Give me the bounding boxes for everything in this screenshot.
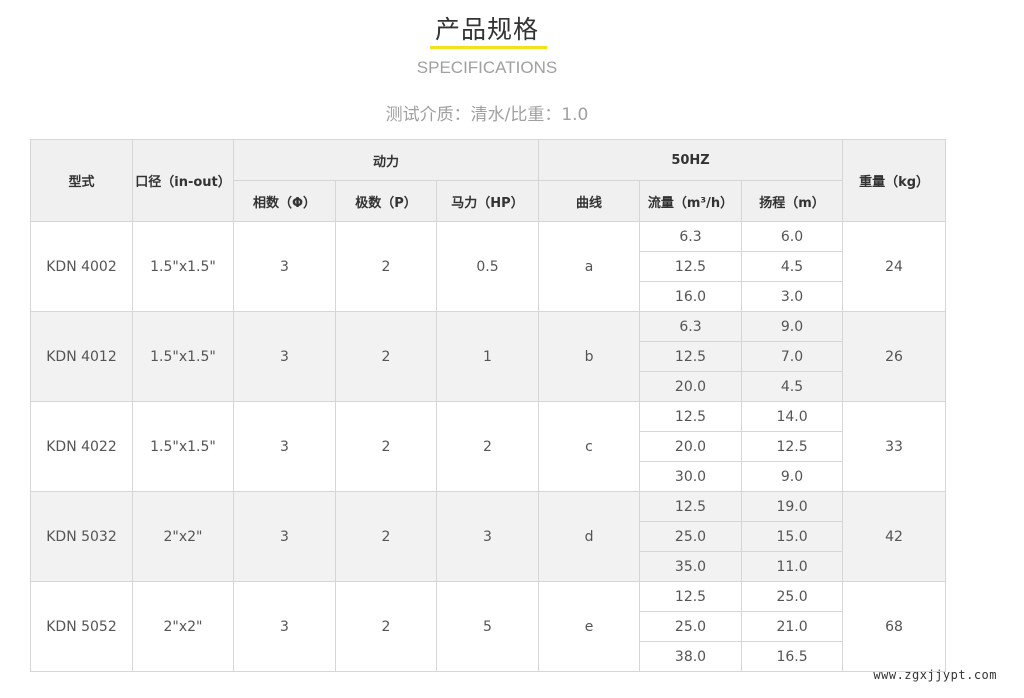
flow-cell: 20.0	[639, 431, 743, 462]
phase-cell: 3	[233, 581, 336, 672]
header-poles: 极数（P）	[335, 180, 437, 222]
head-cell: 7.0	[741, 341, 844, 372]
head-cell: 25.0	[741, 581, 844, 612]
header-curve: 曲线	[538, 180, 641, 222]
curve-cell: e	[538, 581, 641, 672]
head-cell: 11.0	[741, 551, 844, 582]
model-cell: KDN 4002	[30, 221, 133, 312]
port-cell: 2"x2"	[132, 491, 234, 582]
table-row: KDN 4002 1.5"x1.5" 3 2 0.5 a 6.3 6.0 24	[30, 221, 947, 312]
head-cell: 3.0	[741, 281, 844, 312]
model-cell: KDN 5052	[30, 581, 133, 672]
flow-cell: 16.0	[639, 281, 743, 312]
header-hp: 马力（HP）	[435, 180, 540, 222]
title-underline	[430, 46, 547, 49]
head-cell: 15.0	[741, 521, 844, 552]
table-row: KDN 4012 1.5"x1.5" 3 2 1 b 6.3 9.0 26	[30, 311, 947, 402]
model-cell: KDN 4012	[30, 311, 133, 402]
header-head: 扬程（m）	[741, 180, 844, 222]
port-cell: 1.5"x1.5"	[132, 401, 234, 492]
port-cell: 1.5"x1.5"	[132, 311, 234, 402]
flow-cell: 12.5	[639, 581, 743, 612]
phase-cell: 3	[233, 311, 336, 402]
weight-cell: 42	[842, 491, 947, 582]
port-cell: 2"x2"	[132, 581, 234, 672]
head-cell: 16.5	[741, 641, 844, 672]
test-medium-note: 测试介质：清水/比重：1.0	[385, 105, 589, 125]
flow-cell: 25.0	[639, 611, 743, 642]
table-row: KDN 4022 1.5"x1.5" 3 2 2 c 12.5 14.0 33	[30, 401, 947, 492]
flow-cell: 12.5	[639, 401, 743, 432]
table-body: KDN 4002 1.5"x1.5" 3 2 0.5 a 6.3 6.0 24 12.5 4.5 16…	[30, 221, 947, 672]
poles-cell: 2	[335, 491, 437, 582]
page-subtitle: SPECIFICATIONS	[416, 58, 558, 77]
head-cell: 19.0	[741, 491, 844, 522]
weight-cell: 68	[842, 581, 947, 672]
flow-cell: 6.3	[639, 311, 743, 342]
flow-cell: 12.5	[639, 341, 743, 372]
head-cell: 9.0	[741, 311, 844, 342]
flow-cell: 20.0	[639, 371, 743, 402]
port-cell: 1.5"x1.5"	[132, 221, 234, 312]
model-cell: KDN 4022	[30, 401, 133, 492]
header-port: 口径（in-out）	[132, 139, 234, 222]
hp-cell: 0.5	[435, 221, 540, 312]
head-cell: 14.0	[741, 401, 844, 432]
specifications-table: 型式 口径（in-out） 动力 50HZ 重量（kg） 相数（Φ） 极数（P）…	[30, 139, 947, 672]
poles-cell: 2	[335, 221, 437, 312]
hp-cell: 3	[435, 491, 540, 582]
curve-cell: d	[538, 491, 641, 582]
head-cell: 4.5	[741, 251, 844, 282]
flow-cell: 38.0	[639, 641, 743, 672]
header-phase: 相数（Φ）	[233, 180, 336, 222]
flow-cell: 12.5	[639, 251, 743, 282]
curve-cell: a	[538, 221, 641, 312]
watermark-text: www.zgxjjypt.com	[873, 668, 997, 682]
curve-cell: b	[538, 311, 641, 402]
header-power: 动力	[232, 139, 540, 181]
table-row: KDN 5032 2"x2" 3 2 3 d 12.5 19.0 42	[30, 491, 947, 582]
phase-cell: 3	[233, 401, 336, 492]
poles-cell: 2	[335, 311, 437, 402]
head-cell: 21.0	[741, 611, 844, 642]
flow-cell: 30.0	[639, 461, 743, 492]
phase-cell: 3	[233, 491, 336, 582]
flow-cell: 6.3	[639, 221, 743, 252]
flow-cell: 12.5	[639, 491, 743, 522]
table-row: KDN 5052 2"x2" 3 2 5 e 12.5 25.0 68	[30, 581, 947, 672]
hp-cell: 5	[435, 581, 540, 672]
header-weight: 重量（kg）	[842, 139, 947, 222]
flow-cell: 25.0	[639, 521, 743, 552]
model-cell: KDN 5032	[30, 491, 133, 582]
weight-cell: 24	[842, 221, 947, 312]
phase-cell: 3	[233, 221, 336, 312]
poles-cell: 2	[335, 401, 437, 492]
hp-cell: 2	[435, 401, 540, 492]
flow-cell: 35.0	[639, 551, 743, 582]
head-cell: 6.0	[741, 221, 844, 252]
head-cell: 4.5	[741, 371, 844, 402]
page-title: 产品规格	[434, 15, 539, 44]
head-cell: 12.5	[741, 431, 844, 462]
curve-cell: c	[538, 401, 641, 492]
header-flow: 流量（m³/h）	[639, 180, 743, 222]
header-model: 型式	[30, 139, 133, 222]
poles-cell: 2	[335, 581, 437, 672]
hp-cell: 1	[435, 311, 540, 402]
weight-cell: 26	[842, 311, 947, 402]
weight-cell: 33	[842, 401, 947, 492]
header-frequency: 50HZ	[538, 139, 844, 181]
head-cell: 9.0	[741, 461, 844, 492]
